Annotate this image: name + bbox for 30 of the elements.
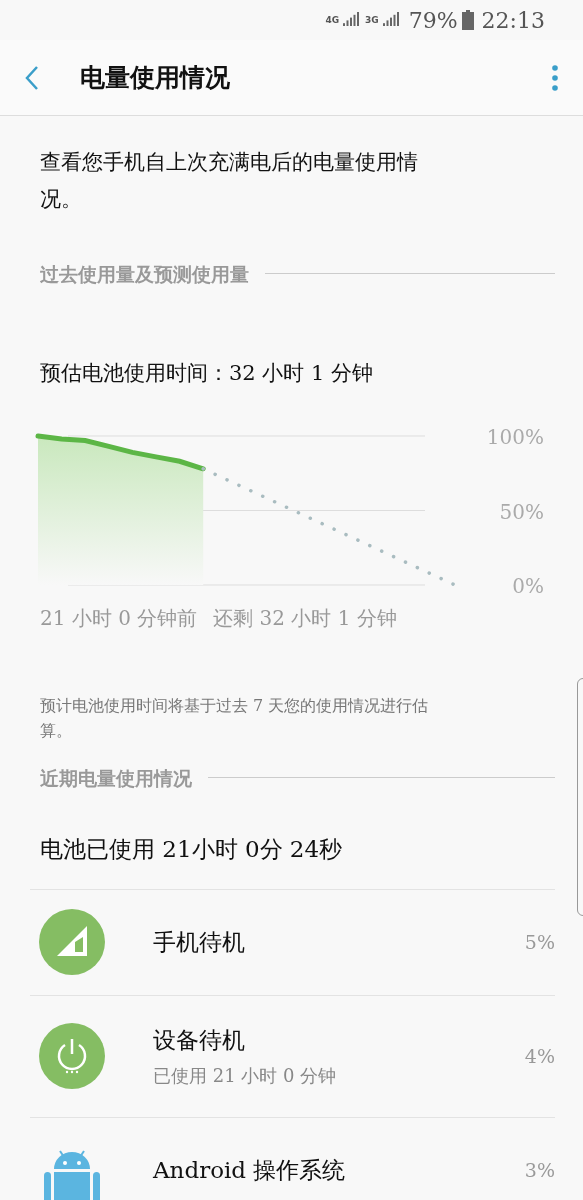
battery-icon: [461, 10, 474, 30]
battery-used-text: 电池已使用 21小时 0分 24秒: [39, 835, 344, 865]
usage-percent: 3%: [524, 1157, 555, 1183]
description-text: 查看您手机自上次充满电后的电量使用情况。: [39, 149, 419, 213]
signal-icon: [343, 12, 362, 28]
usage-detail: 已使用 21 小时 0 分钟: [153, 1063, 338, 1088]
axis-label: 21 小时 0 分钟前: [40, 604, 198, 632]
estimate-text: 预估电池使用时间：32 小时 1 分钟: [39, 360, 375, 387]
clock: 22:13: [481, 6, 545, 35]
app-name[interactable]: 手机待机: [153, 924, 525, 960]
axis-label: 还剩 32 小时 1 分钟: [213, 604, 397, 632]
app-name[interactable]: Android 操作系统: [153, 1152, 525, 1188]
power-icon: [39, 1023, 105, 1090]
axis-label: 100%: [486, 424, 544, 449]
app-name[interactable]: 设备待机: [153, 1023, 525, 1058]
back-icon[interactable]: [24, 64, 40, 91]
axis-label: 50%: [499, 499, 544, 523]
battery-percent: 79%: [408, 6, 458, 35]
signal-icon: [382, 12, 401, 28]
network-type: 4G: [325, 15, 340, 25]
section-header: 过去使用量及预测使用量: [40, 261, 249, 287]
usage-percent: 5%: [524, 929, 555, 955]
signal-icon: [39, 909, 105, 976]
axis-label: 0%: [512, 573, 544, 593]
usage-percent: 4%: [524, 1043, 555, 1069]
network-type: 3G: [365, 15, 379, 25]
page-title: 电量使用情况: [79, 61, 231, 94]
note-text: 预计电池使用时间将基于过去 7 天您的使用情况进行估算。: [39, 694, 430, 743]
section-header: 近期电量使用情况: [40, 765, 192, 791]
more-icon[interactable]: [551, 63, 559, 92]
